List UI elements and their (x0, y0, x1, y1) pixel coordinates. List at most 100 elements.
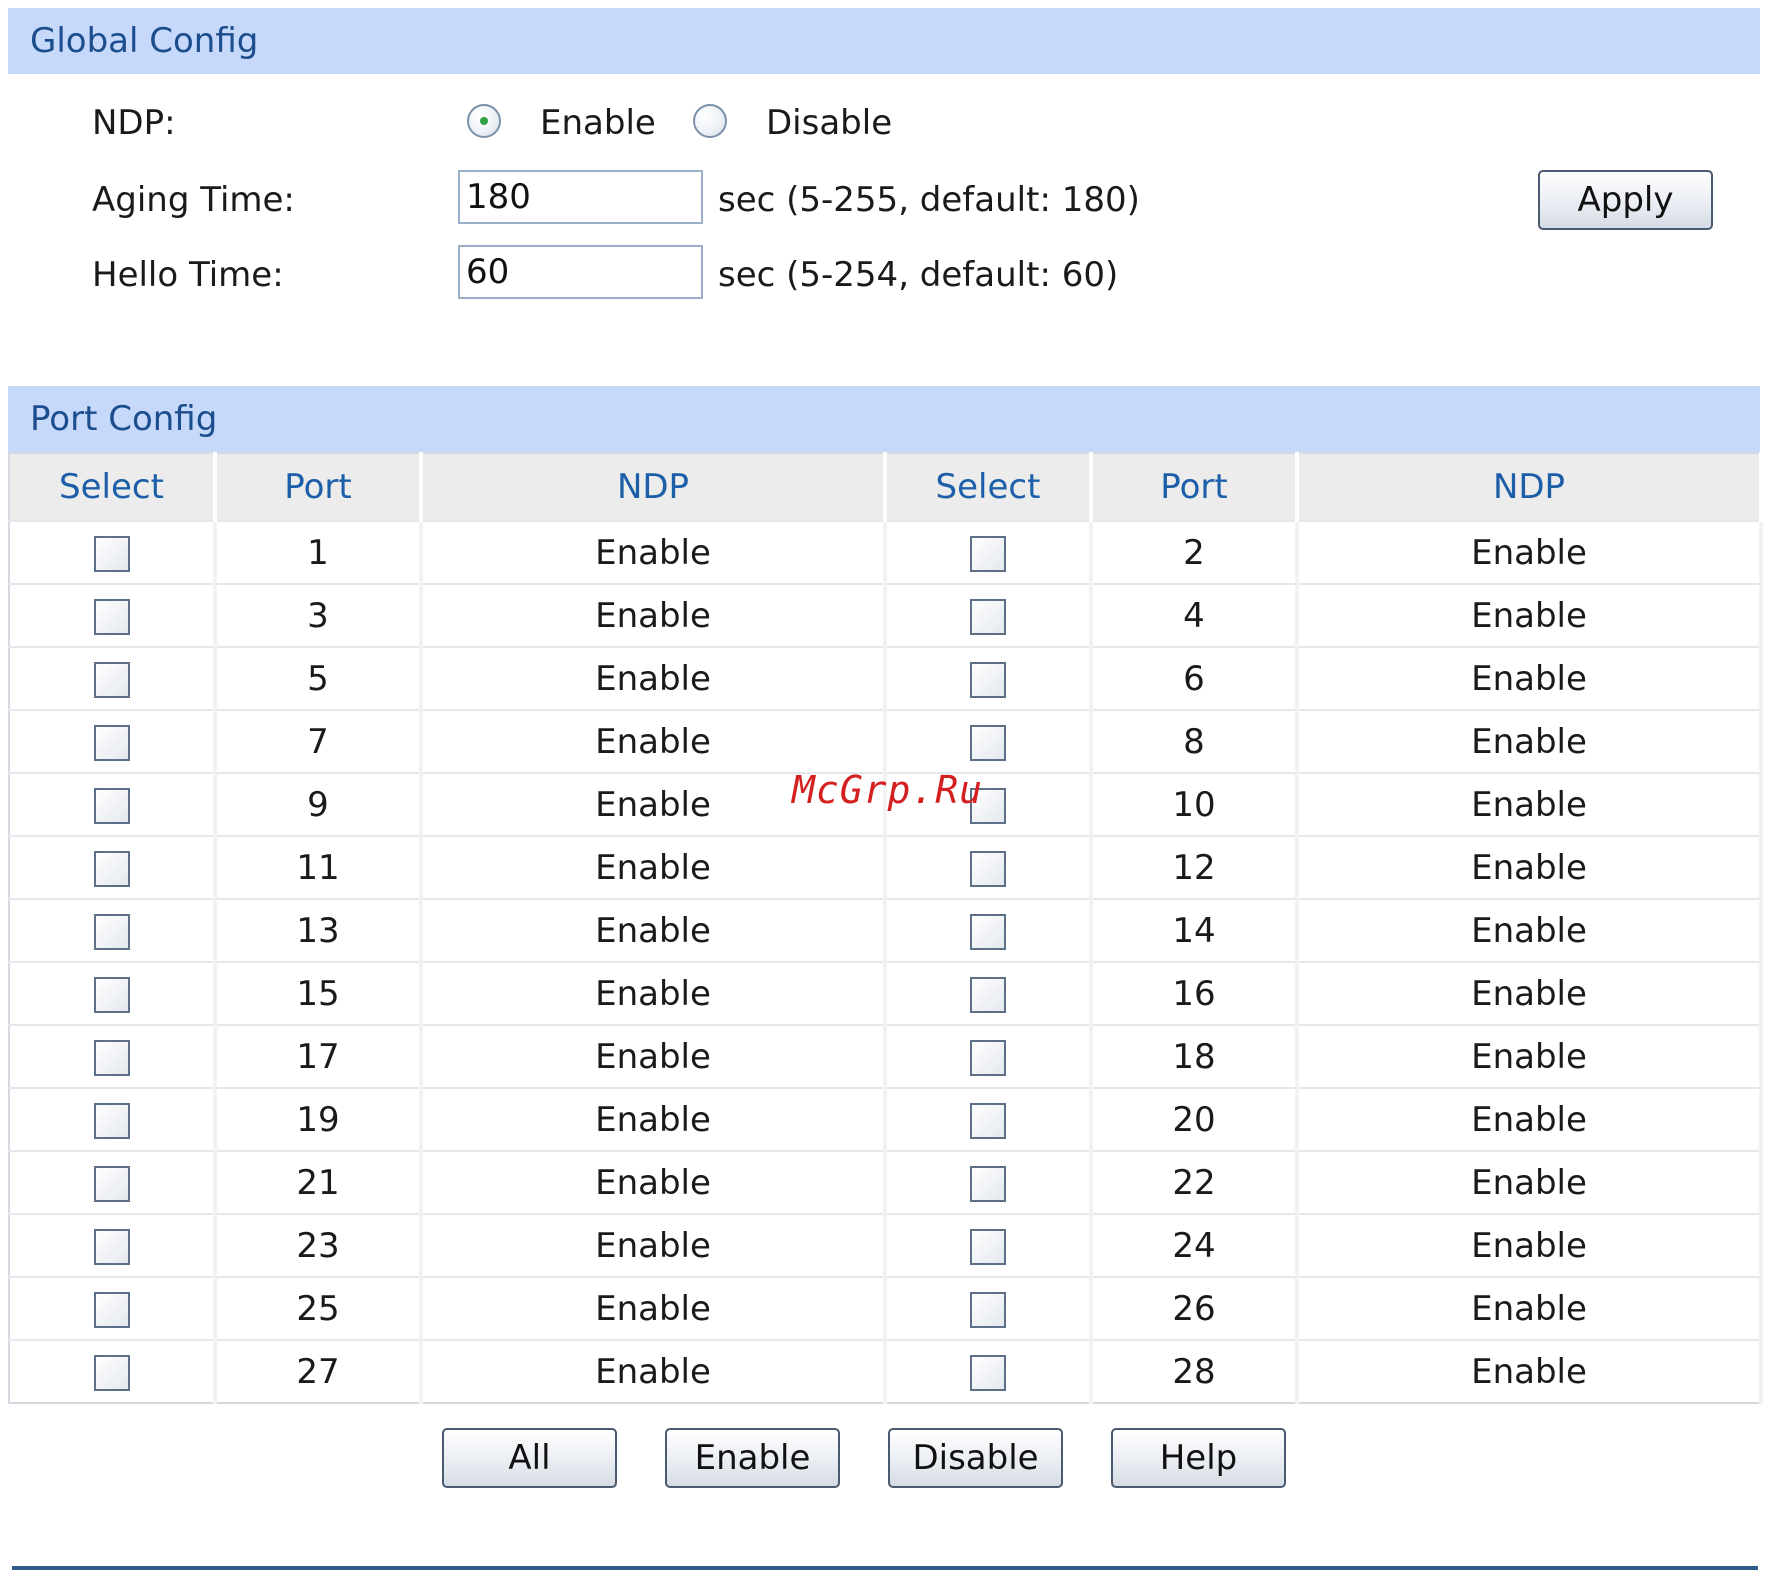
port-select-checkbox[interactable] (93, 851, 130, 887)
table-header-row: Select Port NDP Select Port NDP (9, 453, 1763, 521)
port-select-checkbox[interactable] (970, 662, 1006, 698)
ndp-enable-label: Enable (540, 103, 656, 143)
help-button[interactable]: Help (1111, 1428, 1286, 1488)
port-select-checkbox[interactable] (93, 1355, 130, 1391)
port-number: 27 (215, 1339, 423, 1403)
hello-time-label: Hello Time: (92, 255, 284, 295)
port-select-checkbox[interactable] (970, 536, 1006, 572)
port-number: 28 (1091, 1339, 1299, 1403)
port-ndp-status: Enable (421, 1339, 887, 1403)
select-cell (9, 1150, 217, 1214)
select-cell (885, 646, 1093, 710)
port-number: 13 (215, 898, 423, 962)
select-cell (9, 1213, 217, 1277)
port-select-checkbox[interactable] (93, 1292, 130, 1328)
table-row: 17 Enable 18 Enable (9, 1024, 1763, 1088)
column-header-ndp: NDP (421, 453, 887, 521)
apply-button[interactable]: Apply (1538, 170, 1713, 230)
port-select-checkbox[interactable] (93, 1040, 130, 1076)
select-cell (9, 1339, 217, 1403)
hello-time-hint: sec (5-254, default: 60) (718, 255, 1119, 295)
port-ndp-status: Enable (421, 1024, 887, 1088)
port-select-checkbox[interactable] (93, 977, 130, 1013)
enable-button[interactable]: Enable (665, 1428, 840, 1488)
port-ndp-status: Enable (1297, 709, 1763, 773)
select-cell (885, 520, 1093, 584)
column-header-select: Select (885, 453, 1093, 521)
port-number: 15 (215, 961, 423, 1025)
port-select-checkbox[interactable] (970, 977, 1006, 1013)
table-row: 27 Enable 28 Enable (9, 1339, 1763, 1403)
port-select-checkbox[interactable] (970, 851, 1006, 887)
port-ndp-status: Enable (1297, 1276, 1763, 1340)
ndp-enable-radio[interactable] (467, 104, 501, 138)
disable-button[interactable]: Disable (888, 1428, 1063, 1488)
port-select-checkbox[interactable] (93, 914, 130, 950)
table-row: 25 Enable 26 Enable (9, 1276, 1763, 1340)
select-cell (885, 1150, 1093, 1214)
port-select-checkbox[interactable] (970, 599, 1006, 635)
port-number: 6 (1091, 646, 1299, 710)
port-number: 18 (1091, 1024, 1299, 1088)
port-select-checkbox[interactable] (93, 599, 130, 635)
port-ndp-status: Enable (421, 1213, 887, 1277)
port-number: 16 (1091, 961, 1299, 1025)
port-ndp-status: Enable (1297, 961, 1763, 1025)
port-select-checkbox[interactable] (93, 662, 130, 698)
port-ndp-status: Enable (1297, 646, 1763, 710)
port-number: 14 (1091, 898, 1299, 962)
select-cell (885, 835, 1093, 899)
port-ndp-status: Enable (1297, 520, 1763, 584)
column-header-ndp: NDP (1297, 453, 1763, 521)
port-select-checkbox[interactable] (93, 725, 130, 761)
port-select-checkbox[interactable] (970, 725, 1006, 761)
port-ndp-status: Enable (1297, 583, 1763, 647)
port-select-checkbox[interactable] (970, 1040, 1006, 1076)
port-select-checkbox[interactable] (93, 788, 130, 824)
port-select-checkbox[interactable] (93, 1103, 130, 1139)
select-cell (885, 898, 1093, 962)
ndp-disable-radio[interactable] (693, 104, 727, 138)
table-row: 15 Enable 16 Enable (9, 961, 1763, 1025)
port-number: 1 (215, 520, 423, 584)
hello-time-input[interactable] (458, 245, 703, 299)
select-cell (885, 1339, 1093, 1403)
port-number: 8 (1091, 709, 1299, 773)
port-select-checkbox[interactable] (970, 914, 1006, 950)
select-cell (9, 1276, 217, 1340)
select-cell (9, 1087, 217, 1151)
port-number: 3 (215, 583, 423, 647)
select-cell (885, 583, 1093, 647)
port-number: 24 (1091, 1213, 1299, 1277)
select-cell (9, 835, 217, 899)
port-number: 20 (1091, 1087, 1299, 1151)
port-ndp-status: Enable (1297, 835, 1763, 899)
table-row: 1 Enable 2 Enable (9, 520, 1763, 584)
table-row: 23 Enable 24 Enable (9, 1213, 1763, 1277)
select-all-button[interactable]: All (442, 1428, 617, 1488)
port-select-checkbox[interactable] (970, 1166, 1006, 1202)
port-select-checkbox[interactable] (93, 536, 130, 572)
port-ndp-status: Enable (1297, 1213, 1763, 1277)
port-rows: 1 Enable 2 Enable 3 Enable 4 Enable 5 Enable 6 Enab… (9, 520, 1763, 1403)
port-number: 19 (215, 1087, 423, 1151)
port-ndp-status: Enable (421, 1276, 887, 1340)
port-select-checkbox[interactable] (970, 1103, 1006, 1139)
port-ndp-status: Enable (421, 1087, 887, 1151)
aging-time-input[interactable] (458, 170, 703, 224)
select-cell (9, 772, 217, 836)
port-number: 10 (1091, 772, 1299, 836)
port-select-checkbox[interactable] (93, 1229, 130, 1265)
port-select-checkbox[interactable] (970, 1292, 1006, 1328)
port-select-checkbox[interactable] (970, 1355, 1006, 1391)
port-select-checkbox[interactable] (93, 1166, 130, 1202)
table-row: 19 Enable 20 Enable (9, 1087, 1763, 1151)
port-number: 7 (215, 709, 423, 773)
port-ndp-status: Enable (421, 583, 887, 647)
port-ndp-status: Enable (421, 646, 887, 710)
port-ndp-status: Enable (1297, 1024, 1763, 1088)
select-cell (885, 709, 1093, 773)
table-row: 3 Enable 4 Enable (9, 583, 1763, 647)
select-cell (9, 1024, 217, 1088)
port-select-checkbox[interactable] (970, 1229, 1006, 1265)
